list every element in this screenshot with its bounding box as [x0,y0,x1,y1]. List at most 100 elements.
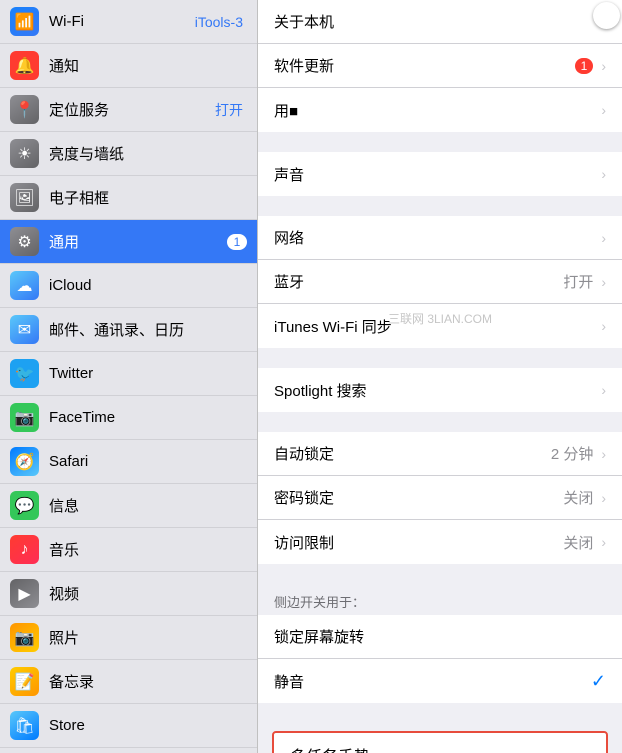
restrictions-value: 关闭 [563,532,593,553]
about-section: 关于本机 › 软件更新 1 › 用■ › [258,0,622,132]
side-switch-header: 侧边开关用于： [258,584,622,615]
sidebar-item-store[interactable]: 🛍Store [0,704,257,748]
multitask-row[interactable]: 多任务手势 [274,733,606,753]
sidebar-item-label-mail: 邮件、通讯录、日历 [49,319,247,340]
lock-section: 自动锁定 2 分钟 › 密码锁定 关闭 › 访问限制 关闭 › [258,432,622,564]
about-row[interactable]: 关于本机 › [258,0,622,44]
sidebar-item-label-wifi: Wi-Fi [49,13,195,30]
sidebar-item-label-safari: Safari [49,453,247,470]
silent-label: 静音 [274,671,591,692]
sidebar-item-label-facetime: FaceTime [49,409,247,426]
multitask-container: 多任务手势 使用四或五个手指:• 还合本区到主屏幕• 向上推送来显示多任务栏• … [258,723,622,753]
auto-lock-arrow: › [601,446,606,462]
facetime-icon: 📷 [10,403,39,432]
general-icon: ⚙ [10,227,39,256]
sidebar-item-general[interactable]: ⚙ 通用1 [0,220,257,264]
sound-label: 声音 [274,164,601,185]
multitask-section: 多任务手势 使用四或五个手指:• 还合本区到主屏幕• 向上推送来显示多任务栏• … [272,731,608,753]
notify-icon: 🔔 [10,51,39,80]
sidebar-item-label-store: Store [49,717,247,734]
itunes-wifi-row[interactable]: iTunes Wi-Fi 同步 › [258,304,622,348]
sidebar-item-photos[interactable]: 📷 照片 [0,616,257,660]
sidebar-item-label-photos: 照片 [49,627,247,648]
sound-arrow: › [601,166,606,182]
sidebar-item-icloud[interactable]: ☁ iCloud [0,264,257,308]
icloud-icon: ☁ [10,271,39,300]
auto-lock-row[interactable]: 自动锁定 2 分钟 › [258,432,622,476]
messages-icon: 💬 [10,491,39,520]
sidebar-item-facetime[interactable]: 📷 FaceTime [0,396,257,440]
photos-icon: 📷 [10,623,39,652]
network-row[interactable]: 网络 › [258,216,622,260]
network-arrow: › [601,230,606,246]
sidebar-item-mail[interactable]: ✉ 邮件、通讯录、日历 [0,308,257,352]
network-label: 网络 [274,227,601,248]
sidebar-item-safari[interactable]: 🧭Safari [0,440,257,484]
silent-check-icon: ✓ [591,671,606,692]
software-update-label: 软件更新 [274,55,575,76]
restrictions-arrow: › [601,534,606,550]
sidebar-item-notes[interactable]: 📝备忘录 [0,660,257,704]
sidebar-item-developer[interactable]: 🔧开发者 [0,748,257,753]
sidebar-item-label-general: 通用 [49,231,227,252]
settings-container: 📶Wi-FiiTools-3🔔通知📍定位服务打开☀亮度与墙纸🖼电子相框⚙通用1☁… [0,0,622,753]
sidebar-item-notify[interactable]: 🔔 通知 [0,44,257,88]
passcode-label: 密码锁定 [274,487,563,508]
bluetooth-arrow: › [601,274,606,290]
location-icon: 📍 [10,95,39,124]
sidebar: 📶Wi-FiiTools-3 🔔 通知 📍 定位服务打开 ☀ 亮度与墙纸 🖼电子相框 ⚙ 通用1 ☁… [0,0,258,753]
spotlight-arrow: › [601,382,606,398]
usage-arrow: › [601,102,606,118]
sidebar-item-label-notes: 备忘录 [49,671,247,692]
spotlight-label: Spotlight 搜索 [274,380,601,401]
sidebar-item-label-notify: 通知 [49,55,247,76]
about-label: 关于本机 [274,11,601,32]
sidebar-item-label-twitter: Twitter [49,365,247,382]
usage-label: 用■ [274,100,601,121]
sidebar-item-video[interactable]: ▶视频 [0,572,257,616]
sidebar-item-badge-general: 1 [227,234,247,250]
brightness-icon: ☀ [10,139,39,168]
silent-row[interactable]: 静音 ✓ [258,659,622,703]
sidebar-item-label-icloud: iCloud [49,277,247,294]
sidebar-item-messages[interactable]: 💬 信息 [0,484,257,528]
sidebar-item-value-location: 打开 [215,100,243,120]
spotlight-row[interactable]: Spotlight 搜索 › [258,368,622,412]
passcode-value: 关闭 [563,487,593,508]
usage-row[interactable]: 用■ › [258,88,622,132]
sound-section: 声音 › [258,152,622,196]
photo-icon: 🖼 [10,183,39,212]
auto-lock-label: 自动锁定 [274,443,551,464]
mail-icon: ✉ [10,315,39,344]
sidebar-item-value-wifi: iTools-3 [195,14,243,30]
sidebar-item-music[interactable]: ♪音乐 [0,528,257,572]
software-update-row[interactable]: 软件更新 1 › [258,44,622,88]
right-panel-inner: 关于本机 › 软件更新 1 › 用■ › 声音 › [258,0,622,753]
sidebar-item-wifi[interactable]: 📶Wi-FiiTools-3 [0,0,257,44]
twitter-icon: 🐦 [10,359,39,388]
sidebar-item-label-location: 定位服务 [49,99,215,120]
sidebar-item-label-video: 视频 [49,583,247,604]
software-update-arrow: › [601,58,606,74]
itunes-wifi-arrow: › [601,318,606,334]
bluetooth-label: 蓝牙 [274,271,563,292]
itunes-wifi-label: iTunes Wi-Fi 同步 [274,316,601,337]
bluetooth-row[interactable]: 蓝牙 打开 › [258,260,622,304]
multitask-label: 多任务手势 [290,743,370,753]
sidebar-item-label-brightness: 亮度与墙纸 [49,143,247,164]
auto-lock-value: 2 分钟 [551,443,594,464]
lock-rotation-label: 锁定屏幕旋转 [274,626,606,647]
passcode-row[interactable]: 密码锁定 关闭 › [258,476,622,520]
sidebar-item-label-music: 音乐 [49,539,247,560]
passcode-arrow: › [601,490,606,506]
software-update-badge: 1 [575,58,594,74]
sidebar-item-label-messages: 信息 [49,495,247,516]
lock-rotation-row[interactable]: 锁定屏幕旋转 [258,615,622,659]
sidebar-item-photo[interactable]: 🖼电子相框 [0,176,257,220]
restrictions-row[interactable]: 访问限制 关闭 › [258,520,622,564]
sidebar-item-location[interactable]: 📍 定位服务打开 [0,88,257,132]
sound-row[interactable]: 声音 › [258,152,622,196]
toggle-knob [593,2,620,29]
sidebar-item-twitter[interactable]: 🐦 Twitter [0,352,257,396]
sidebar-item-brightness[interactable]: ☀ 亮度与墙纸 [0,132,257,176]
